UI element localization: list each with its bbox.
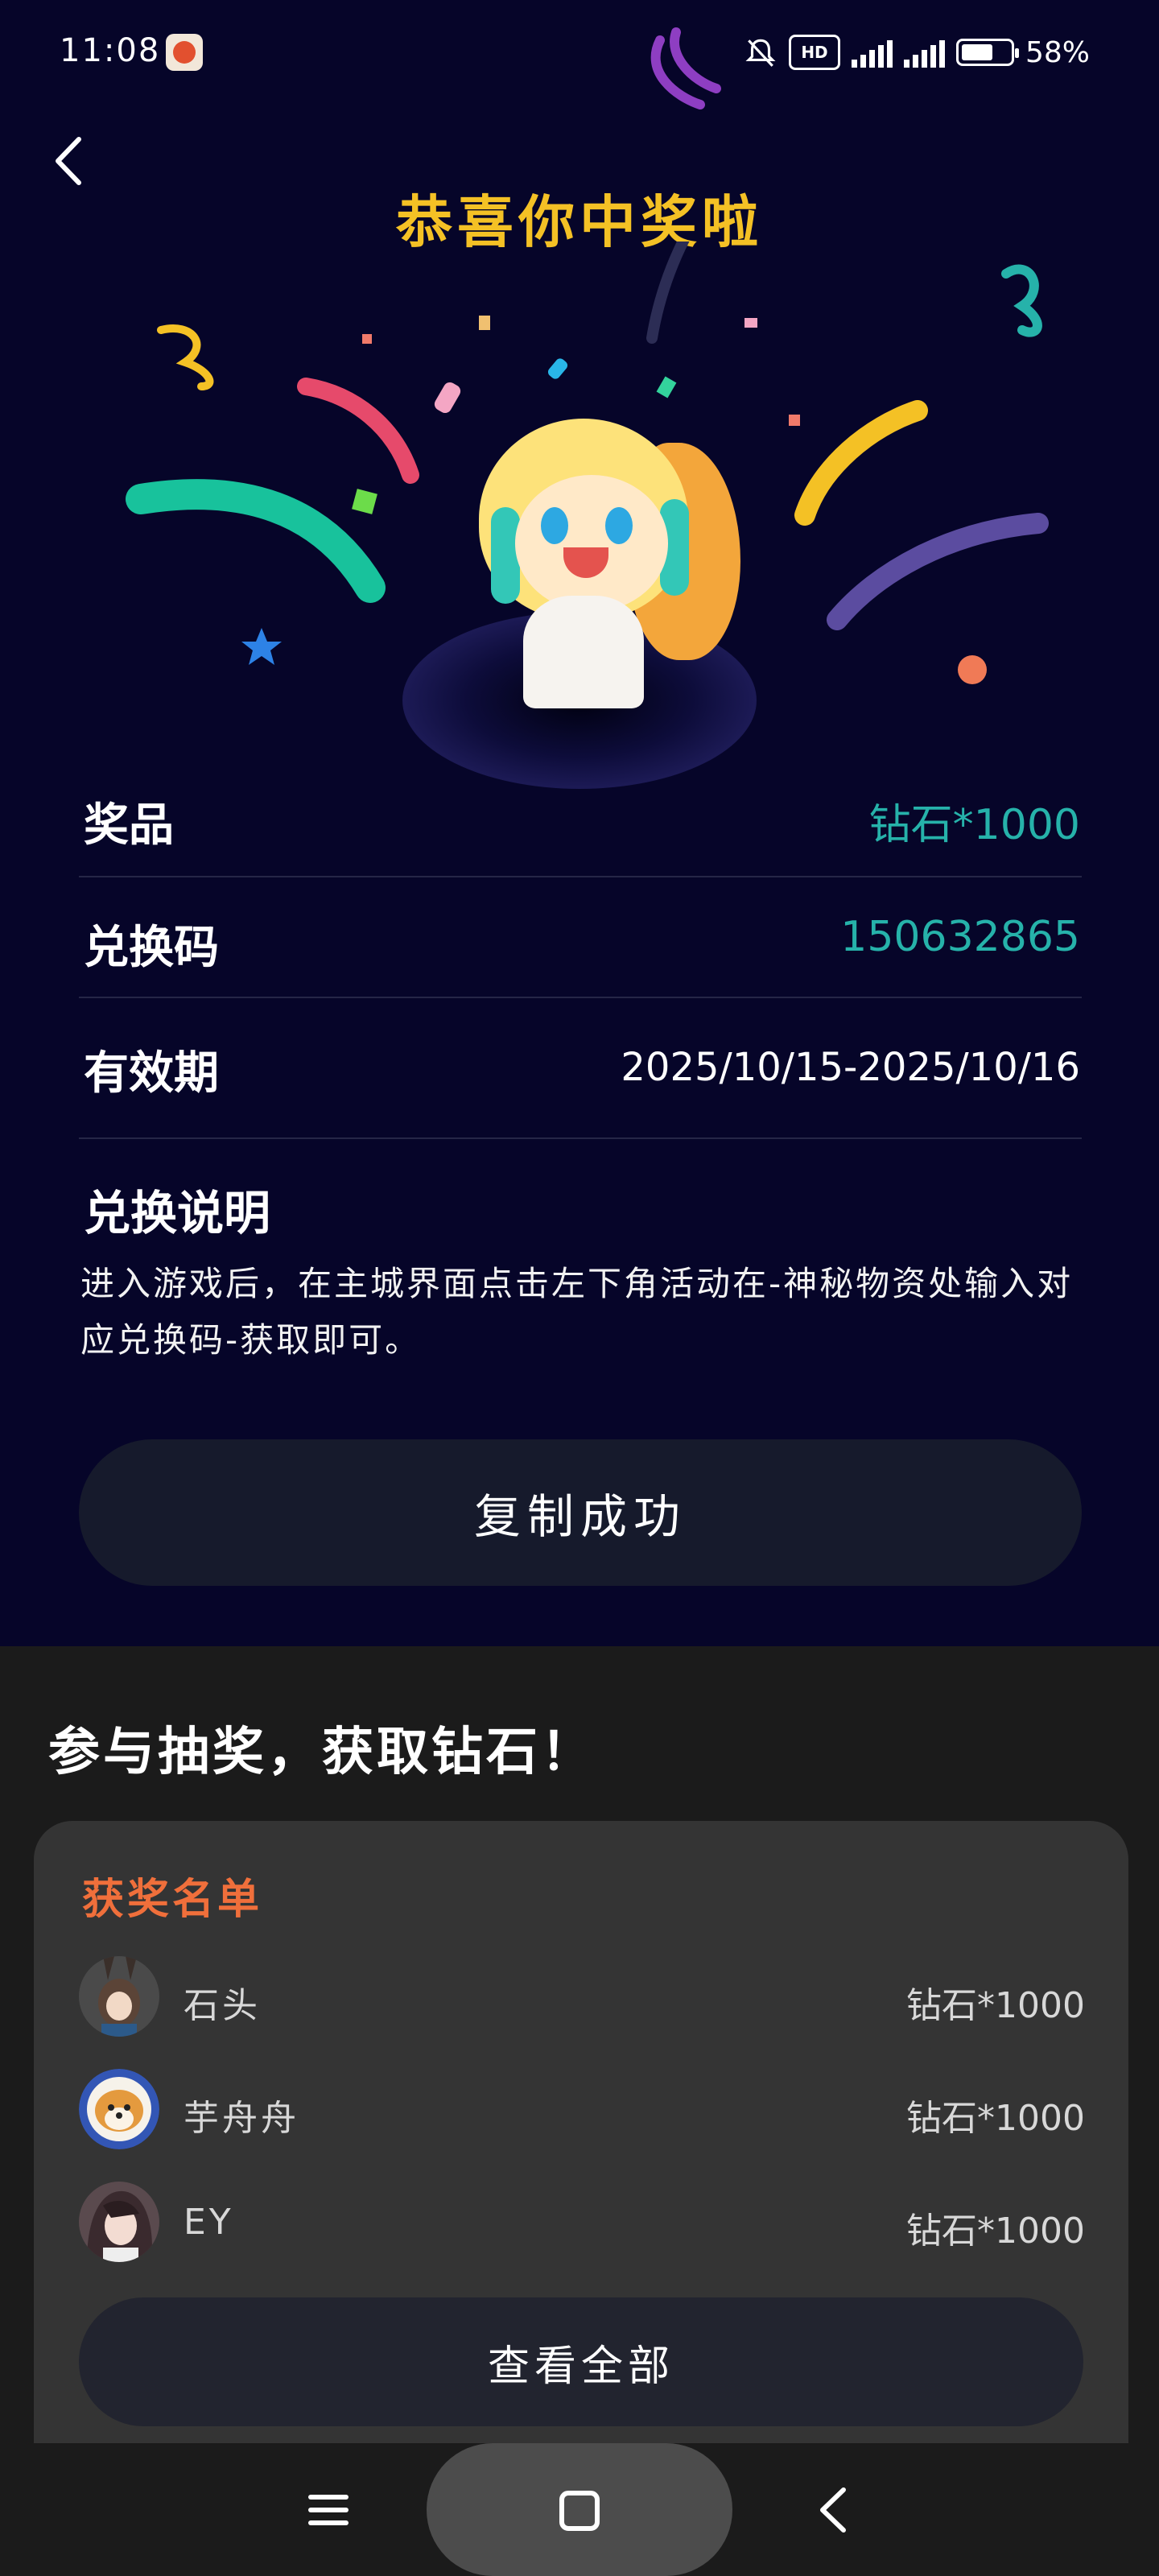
prize-row: 奖品 钻石*1000 — [79, 757, 1082, 877]
avatar — [79, 2182, 159, 2262]
mascot-eye-graphic — [541, 507, 568, 544]
back-nav-icon[interactable] — [813, 2483, 853, 2537]
winner-row: 芋舟舟 钻石*1000 — [79, 2065, 1085, 2153]
redeem-code-value[interactable]: 150632865 — [840, 913, 1080, 961]
validity-value: 2025/10/15-2025/10/16 — [621, 1045, 1080, 1090]
winner-prize: 钻石*1000 — [906, 1985, 1085, 2026]
celebration-illustration — [0, 242, 1159, 805]
mascot-eye-graphic — [605, 507, 633, 544]
signal-icon-2 — [903, 37, 945, 68]
battery-percent: 58% — [1025, 35, 1090, 69]
home-square-icon — [559, 2491, 600, 2531]
battery-icon — [955, 39, 1019, 66]
avatar — [79, 2069, 159, 2149]
prize-section: 11:08 HD 58% 恭喜你中奖啦 奖品 钻石*1000 兑换码 15063… — [0, 0, 1159, 1646]
winner-prize: 钻石*1000 — [906, 2211, 1085, 2252]
mute-bell-icon — [745, 39, 776, 67]
view-all-button[interactable]: 查看全部 — [79, 2297, 1083, 2426]
winner-name: 芋舟舟 — [184, 2098, 299, 2139]
winner-row: EY 钻石*1000 — [79, 2178, 1085, 2266]
hd-voice-icon: HD — [788, 35, 840, 70]
winner-row: 石头 钻石*1000 — [79, 1952, 1085, 2041]
code-label: 兑换码 — [84, 922, 219, 974]
code-row: 兑换码 150632865 — [79, 877, 1082, 998]
status-time: 11:08 — [60, 32, 161, 69]
validity-row: 有效期 2025/10/15-2025/10/16 — [79, 998, 1082, 1139]
winner-prize: 钻石*1000 — [906, 2098, 1085, 2139]
system-nav-bar — [0, 2443, 1159, 2576]
home-button[interactable] — [427, 2443, 732, 2576]
instructions-title: 兑换说明 — [84, 1186, 271, 1241]
mascot-face-graphic — [515, 475, 668, 612]
winner-name: EY — [184, 2202, 234, 2243]
signal-icon — [851, 37, 893, 68]
app-notification-icon — [166, 34, 203, 71]
copy-button[interactable]: 复制成功 — [79, 1439, 1082, 1586]
menu-icon[interactable] — [306, 2487, 351, 2533]
winners-title: 获奖名单 — [82, 1876, 263, 1924]
system-status-icons: HD 58% — [744, 34, 1090, 71]
decorative-swirl-icon — [650, 27, 721, 109]
avatar — [79, 1956, 159, 2037]
prize-value: 钻石*1000 — [868, 801, 1080, 849]
winners-card: 获奖名单 石头 钻石*1000 芋舟舟 钻石*1000 EY 钻石*1000 查… — [34, 1821, 1128, 2449]
status-bar: 11:08 HD 58% — [0, 0, 1159, 109]
instructions-text: 进入游戏后，在主城界面点击左下角活动在-神秘物资处输入对应兑换码-获取即可。 — [80, 1264, 1074, 1360]
lottery-title: 参与抽奖，获取钻石！ — [48, 1723, 596, 1782]
prize-label: 奖品 — [84, 799, 174, 852]
winner-name: 石头 — [184, 1985, 261, 2026]
validity-label: 有效期 — [84, 1047, 219, 1100]
mascot-body-graphic — [523, 596, 644, 708]
